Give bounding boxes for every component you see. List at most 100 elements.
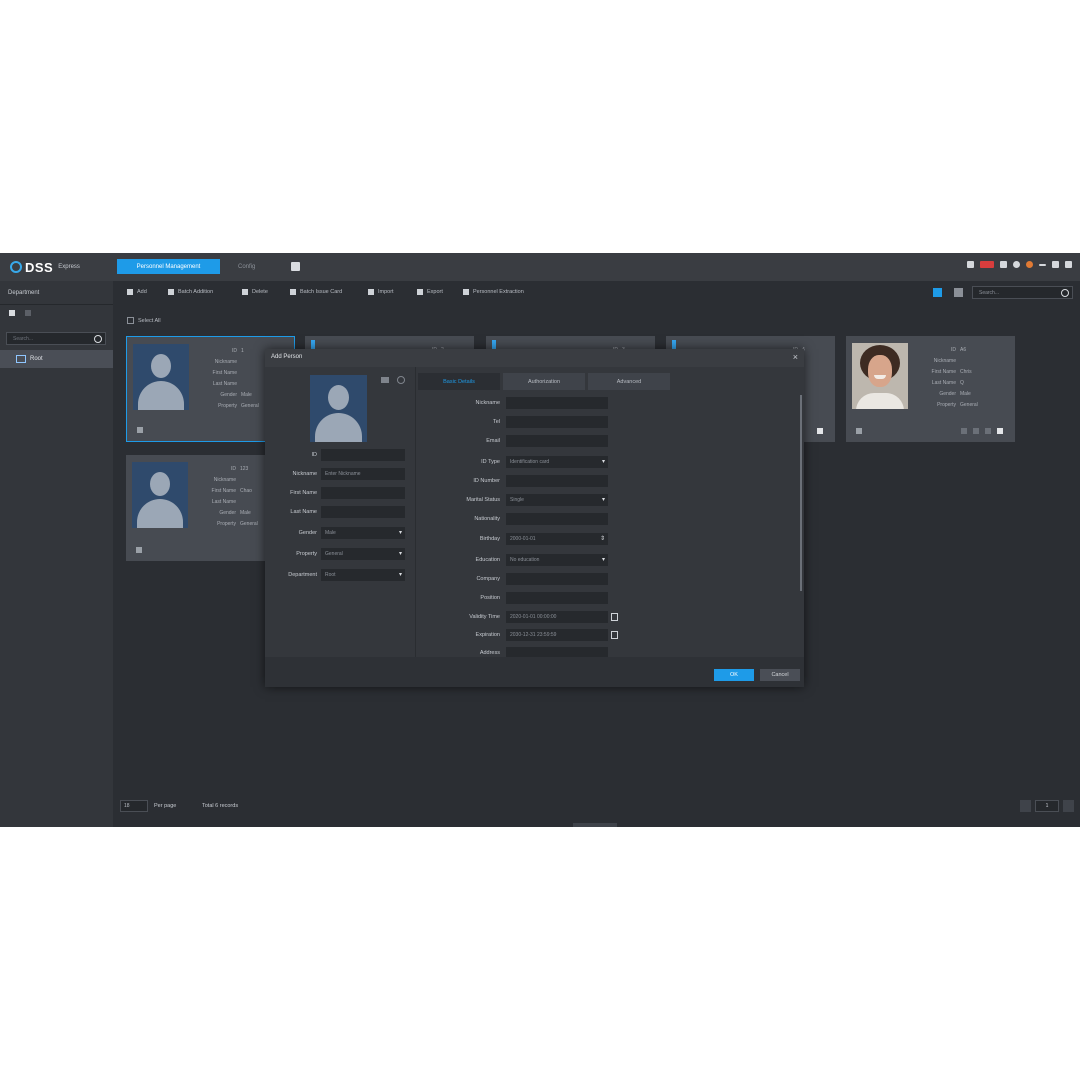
nickname-input[interactable]: Enter Nickname — [321, 468, 405, 480]
export-label: Export — [427, 289, 443, 295]
card-checkbox-icon[interactable] — [856, 428, 862, 434]
minimize-icon[interactable] — [1039, 263, 1046, 266]
search-icon[interactable] — [1061, 289, 1069, 297]
field-label: First Name — [211, 487, 236, 494]
dialog-scrollbar[interactable] — [800, 395, 802, 591]
card-checkbox-icon[interactable] — [136, 547, 142, 553]
department-search-input[interactable]: Search... — [6, 332, 106, 345]
cloud-icon[interactable] — [1026, 261, 1033, 268]
tab-advanced[interactable]: Advanced — [588, 373, 670, 390]
marital-status-select[interactable]: Single — [506, 494, 608, 506]
lock-icon[interactable] — [817, 428, 823, 434]
field-value: Male — [241, 391, 252, 398]
id-type-select[interactable]: Identification card — [506, 456, 608, 468]
tab-config[interactable]: Config — [238, 259, 255, 274]
field-label: Property — [217, 520, 236, 527]
field-label: Nationality — [474, 516, 500, 522]
close-icon[interactable]: × — [793, 352, 798, 362]
delete-department-icon[interactable] — [25, 310, 31, 316]
folder-icon — [16, 355, 26, 363]
birthday-input[interactable]: 2000-01-01 ⇕ — [506, 533, 608, 545]
tab-authorization[interactable]: Authorization — [503, 373, 585, 390]
camera-icon[interactable] — [381, 377, 389, 383]
id-input[interactable] — [321, 449, 405, 461]
field-label: Nickname — [933, 357, 956, 364]
personnel-extraction-button[interactable]: Personnel Extraction — [463, 289, 524, 295]
select-all-label: Select All — [138, 317, 161, 324]
sidebar-item-root[interactable]: Root — [0, 350, 113, 368]
next-page-icon[interactable] — [1063, 800, 1074, 812]
nickname-input[interactable] — [506, 397, 608, 409]
tab-personnel-management[interactable]: Personnel Management — [117, 259, 220, 274]
field-label: First Name — [931, 368, 956, 375]
select-all-checkbox[interactable]: Select All — [127, 317, 161, 324]
delete-icon[interactable] — [985, 428, 991, 434]
batch-addition-button[interactable]: Batch Addition — [168, 289, 213, 295]
person-search-input[interactable]: Search... — [972, 286, 1073, 299]
tel-input[interactable] — [506, 416, 608, 428]
field-label: Expiration — [475, 632, 500, 638]
add-person-dialog: Add Person × ID Nickname Enter Nickname F… — [265, 349, 804, 687]
education-select[interactable]: No education — [506, 554, 608, 566]
field-label: Last Name — [212, 380, 237, 387]
person-avatar-upload[interactable] — [310, 375, 367, 442]
restore-icon[interactable] — [1052, 261, 1059, 268]
refresh-icon[interactable] — [397, 376, 405, 384]
volume-icon[interactable] — [967, 261, 974, 268]
position-input[interactable] — [506, 592, 608, 604]
import-button[interactable]: Import — [368, 289, 394, 295]
department-field: Department Root — [265, 569, 415, 582]
last-name-input[interactable] — [321, 506, 405, 518]
calendar-icon[interactable] — [611, 631, 618, 639]
batch-addition-label: Batch Addition — [178, 289, 214, 295]
id-field: ID — [265, 449, 415, 462]
grid-view-icon[interactable] — [933, 288, 942, 297]
search-icon[interactable] — [94, 335, 102, 343]
field-label: Property — [296, 551, 317, 557]
field-label: Property — [218, 402, 237, 409]
department-search-placeholder: Search... — [13, 336, 34, 342]
alarm-icon[interactable] — [980, 261, 994, 268]
page-size-select[interactable]: 18 — [120, 800, 148, 812]
list-view-icon[interactable] — [954, 288, 963, 297]
cancel-button[interactable]: Cancel — [760, 669, 800, 681]
add-tab-icon[interactable] — [291, 262, 300, 271]
prev-page-icon[interactable] — [1020, 800, 1031, 812]
default-avatar — [132, 462, 188, 528]
nickname-field: Nickname Enter Nickname — [265, 468, 415, 481]
ok-button[interactable]: OK — [714, 669, 754, 681]
add-button[interactable]: Add — [127, 289, 147, 295]
email-input[interactable] — [506, 435, 608, 447]
id-number-input[interactable] — [506, 475, 608, 487]
settings-icon[interactable] — [1013, 261, 1020, 268]
edit-icon[interactable] — [961, 428, 967, 434]
delete-button[interactable]: Delete — [242, 289, 268, 295]
export-button[interactable]: Export — [417, 289, 443, 295]
calendar-icon[interactable] — [611, 613, 618, 621]
lock-icon[interactable] — [997, 428, 1003, 434]
department-select[interactable]: Root — [321, 569, 405, 581]
import-icon — [368, 289, 374, 295]
validity-time-input[interactable]: 2020-01-01 00:00:00 — [506, 611, 608, 623]
nationality-input[interactable] — [506, 513, 608, 525]
gender-select[interactable]: Male — [321, 527, 405, 539]
page-number-input[interactable]: 1 — [1035, 800, 1059, 812]
import-label: Import — [378, 289, 394, 295]
tab-basic-details[interactable]: Basic Details — [418, 373, 500, 390]
property-select[interactable]: General — [321, 548, 405, 560]
card-icon[interactable] — [973, 428, 979, 434]
field-value: Male — [960, 390, 971, 397]
spinner-icon[interactable]: ⇕ — [600, 533, 605, 545]
card-checkbox-icon[interactable] — [137, 427, 143, 433]
add-department-icon[interactable] — [9, 310, 15, 316]
field-label: Last Name — [211, 498, 236, 505]
user-icon[interactable] — [1000, 261, 1007, 268]
collapse-handle[interactable] — [573, 823, 617, 827]
batch-issue-card-button[interactable]: Batch Issue Card — [290, 289, 342, 295]
close-icon[interactable] — [1065, 261, 1072, 268]
company-input[interactable] — [506, 573, 608, 585]
first-name-input[interactable] — [321, 487, 405, 499]
field-label: Property — [937, 401, 956, 408]
person-card[interactable]: ID A6 Nickname First Name Chris Last Name Q… — [846, 336, 1015, 442]
expiration-input[interactable]: 2030-12-31 23:59:59 — [506, 629, 608, 641]
